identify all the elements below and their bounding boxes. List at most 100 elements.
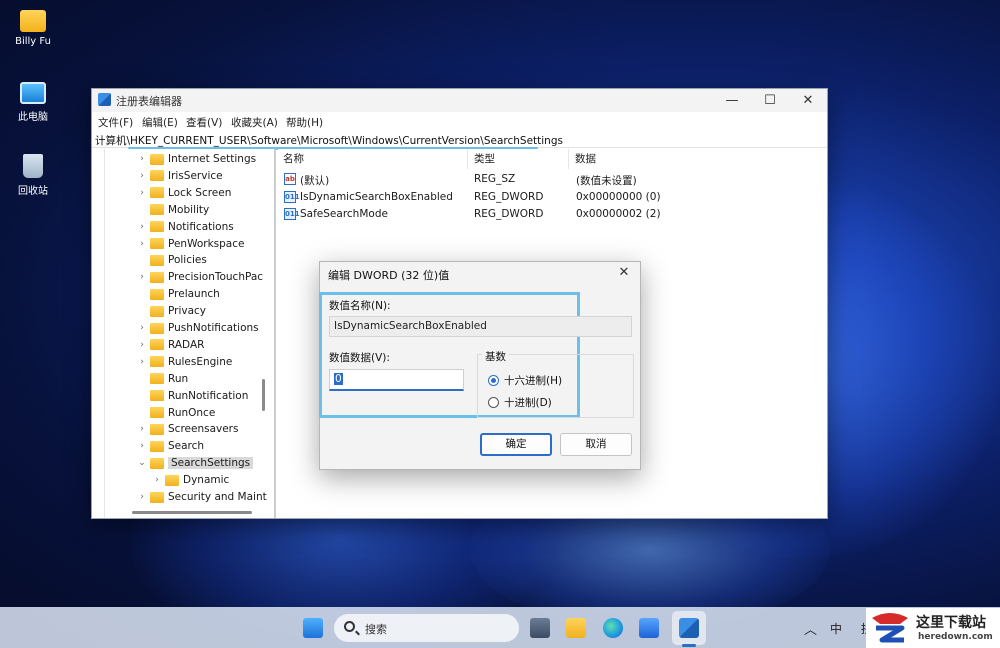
taskbar-search[interactable]: 搜索 — [334, 614, 519, 642]
tree-node-label: Prelaunch — [168, 288, 220, 301]
tree-node-label: Notifications — [168, 220, 234, 233]
cancel-button[interactable]: 取消 — [560, 433, 632, 456]
chevron-right-icon[interactable]: › — [137, 222, 147, 232]
folder-icon — [20, 10, 46, 32]
tree-node-label: Screensavers — [168, 423, 239, 436]
task-view-icon[interactable] — [530, 618, 550, 638]
folder-icon — [150, 288, 164, 300]
value-row[interactable]: 011 SafeSearchMode REG_DWORD 0x00000002 (2) — [278, 206, 827, 223]
chevron-right-icon[interactable]: › — [137, 323, 147, 333]
chevron-down-icon[interactable]: ⌄ — [137, 458, 147, 468]
folder-icon — [165, 474, 179, 486]
chevron-right-icon[interactable]: › — [137, 441, 147, 451]
address-path[interactable]: 计算机\HKEY_CURRENT_USER\Software\Microsoft… — [95, 133, 563, 148]
tree-node[interactable]: › Security and Maint — [137, 489, 267, 505]
chevron-right-icon[interactable]: › — [137, 171, 147, 181]
tree-node[interactable]: Privacy — [137, 303, 206, 319]
watermark-title: 这里下载站 — [916, 615, 986, 631]
tree-node[interactable]: › Screensavers — [137, 421, 238, 437]
column-header-data[interactable]: 数据 — [570, 149, 720, 169]
watermark-logo-icon — [872, 613, 908, 643]
radio-decimal[interactable]: 十进制(D) — [488, 395, 552, 410]
value-row[interactable]: ab (默认) REG_SZ (数值未设置) — [278, 171, 827, 188]
tree-node-label: PushNotifications — [168, 322, 259, 334]
folder-icon — [150, 423, 164, 435]
key-tree-pane[interactable]: › Internet Settings › IrisService › Lock Scre… — [92, 149, 276, 518]
dialog-close-button[interactable]: ✕ — [614, 264, 634, 282]
file-explorer-icon[interactable] — [566, 618, 586, 638]
value-data-text: 0 — [334, 373, 343, 385]
input-method-indicator[interactable]: 中 — [830, 620, 842, 637]
tree-node[interactable]: › RADAR — [137, 337, 204, 353]
desktop-icon-this-pc[interactable]: 此电脑 — [0, 82, 66, 123]
maximize-button[interactable]: ☐ — [751, 89, 789, 112]
tree-node-label: RunOnce — [168, 406, 216, 419]
tree-node[interactable]: Prelaunch — [137, 286, 220, 302]
ok-button[interactable]: 确定 — [480, 433, 552, 456]
tree-node[interactable]: RunNotification — [137, 388, 248, 404]
tree-node[interactable]: RunOnce — [137, 405, 215, 421]
tree-node[interactable]: › Search — [137, 438, 204, 454]
tree-node[interactable]: › Internet Settings — [137, 151, 256, 167]
chevron-right-icon[interactable]: › — [137, 188, 147, 198]
close-button[interactable]: ✕ — [789, 89, 827, 112]
value-row[interactable]: 011 IsDynamicSearchBoxEnabled REG_DWORD 0x0… — [278, 189, 827, 206]
desktop-icon-label: 此电脑 — [18, 112, 48, 123]
active-app-indicator — [682, 644, 696, 647]
chevron-right-icon[interactable]: › — [137, 357, 147, 367]
chevron-right-icon[interactable]: › — [137, 239, 147, 249]
regedit-icon — [98, 93, 111, 106]
folder-icon — [150, 204, 164, 216]
tree-node-label: Search — [168, 440, 205, 453]
regedit-taskbar-icon[interactable] — [679, 618, 699, 638]
start-icon[interactable] — [303, 618, 323, 638]
tree-node[interactable]: Run — [137, 371, 188, 387]
tree-node[interactable]: › Dynamic — [152, 472, 229, 488]
tree-node[interactable]: › PrecisionTouchPac — [137, 269, 263, 285]
value-data: 0x00000000 (0) — [576, 190, 661, 203]
title-bar[interactable]: 注册表编辑器 — ☐ ✕ — [92, 89, 827, 112]
tree-horizontal-scrollbar[interactable] — [132, 511, 252, 514]
radio-dec-label: 十进制(D) — [504, 397, 552, 409]
menu-view[interactable]: 查看(V) — [186, 115, 222, 130]
chevron-right-icon[interactable]: › — [152, 475, 162, 485]
tree-node[interactable]: › PushNotifications — [137, 320, 259, 336]
chevron-right-icon[interactable]: › — [137, 340, 147, 350]
address-bar[interactable]: 计算机\HKEY_CURRENT_USER\Software\Microsoft… — [92, 130, 827, 150]
folder-icon — [150, 170, 164, 182]
radio-hexadecimal[interactable]: 十六进制(H) — [488, 373, 562, 388]
desktop-icon-billy-fu[interactable]: Billy Fu — [0, 10, 66, 47]
minimize-button[interactable]: — — [713, 89, 751, 112]
menu-file[interactable]: 文件(F) — [98, 115, 133, 130]
menu-edit[interactable]: 编辑(E) — [142, 115, 178, 130]
tree-node[interactable]: Mobility — [137, 202, 209, 218]
radio-unselected-icon — [488, 397, 499, 408]
tree-node[interactable]: ⌄ SearchSettings — [137, 455, 254, 471]
radio-hex-label: 十六进制(H) — [504, 375, 563, 387]
chevron-right-icon[interactable]: › — [137, 154, 147, 164]
desktop-icon-recycle-bin[interactable]: 回收站 — [0, 154, 66, 197]
tree-node-label: Lock Screen — [168, 186, 232, 199]
menu-help[interactable]: 帮助(H) — [286, 115, 323, 130]
value-data-input[interactable]: 0 — [329, 369, 464, 391]
folder-icon — [150, 491, 164, 503]
chevron-right-icon[interactable]: › — [137, 272, 147, 282]
tree-node[interactable]: › IrisService — [137, 168, 222, 184]
tree-node[interactable]: › Notifications — [137, 219, 234, 235]
chevron-right-icon[interactable]: › — [137, 424, 147, 434]
edge-browser-icon[interactable] — [603, 618, 623, 638]
tree-node[interactable]: › Lock Screen — [137, 185, 231, 201]
tree-node[interactable]: Policies — [137, 252, 207, 268]
tree-node-label: Mobility — [168, 203, 210, 216]
store-icon[interactable] — [639, 618, 659, 638]
tree-node[interactable]: › RulesEngine — [137, 354, 232, 370]
menu-favorites[interactable]: 收藏夹(A) — [231, 115, 278, 130]
tree-node[interactable]: › PenWorkspace — [137, 236, 244, 252]
column-header-type[interactable]: 类型 — [469, 149, 569, 169]
value-name-label: 数值名称(N): — [329, 300, 391, 312]
tray-overflow-chevron-icon[interactable]: ︿ — [804, 619, 817, 638]
tree-scrollbar[interactable] — [262, 379, 265, 411]
column-header-name[interactable]: 名称 — [278, 149, 468, 169]
chevron-right-icon[interactable]: › — [137, 492, 147, 502]
folder-icon — [150, 339, 164, 351]
